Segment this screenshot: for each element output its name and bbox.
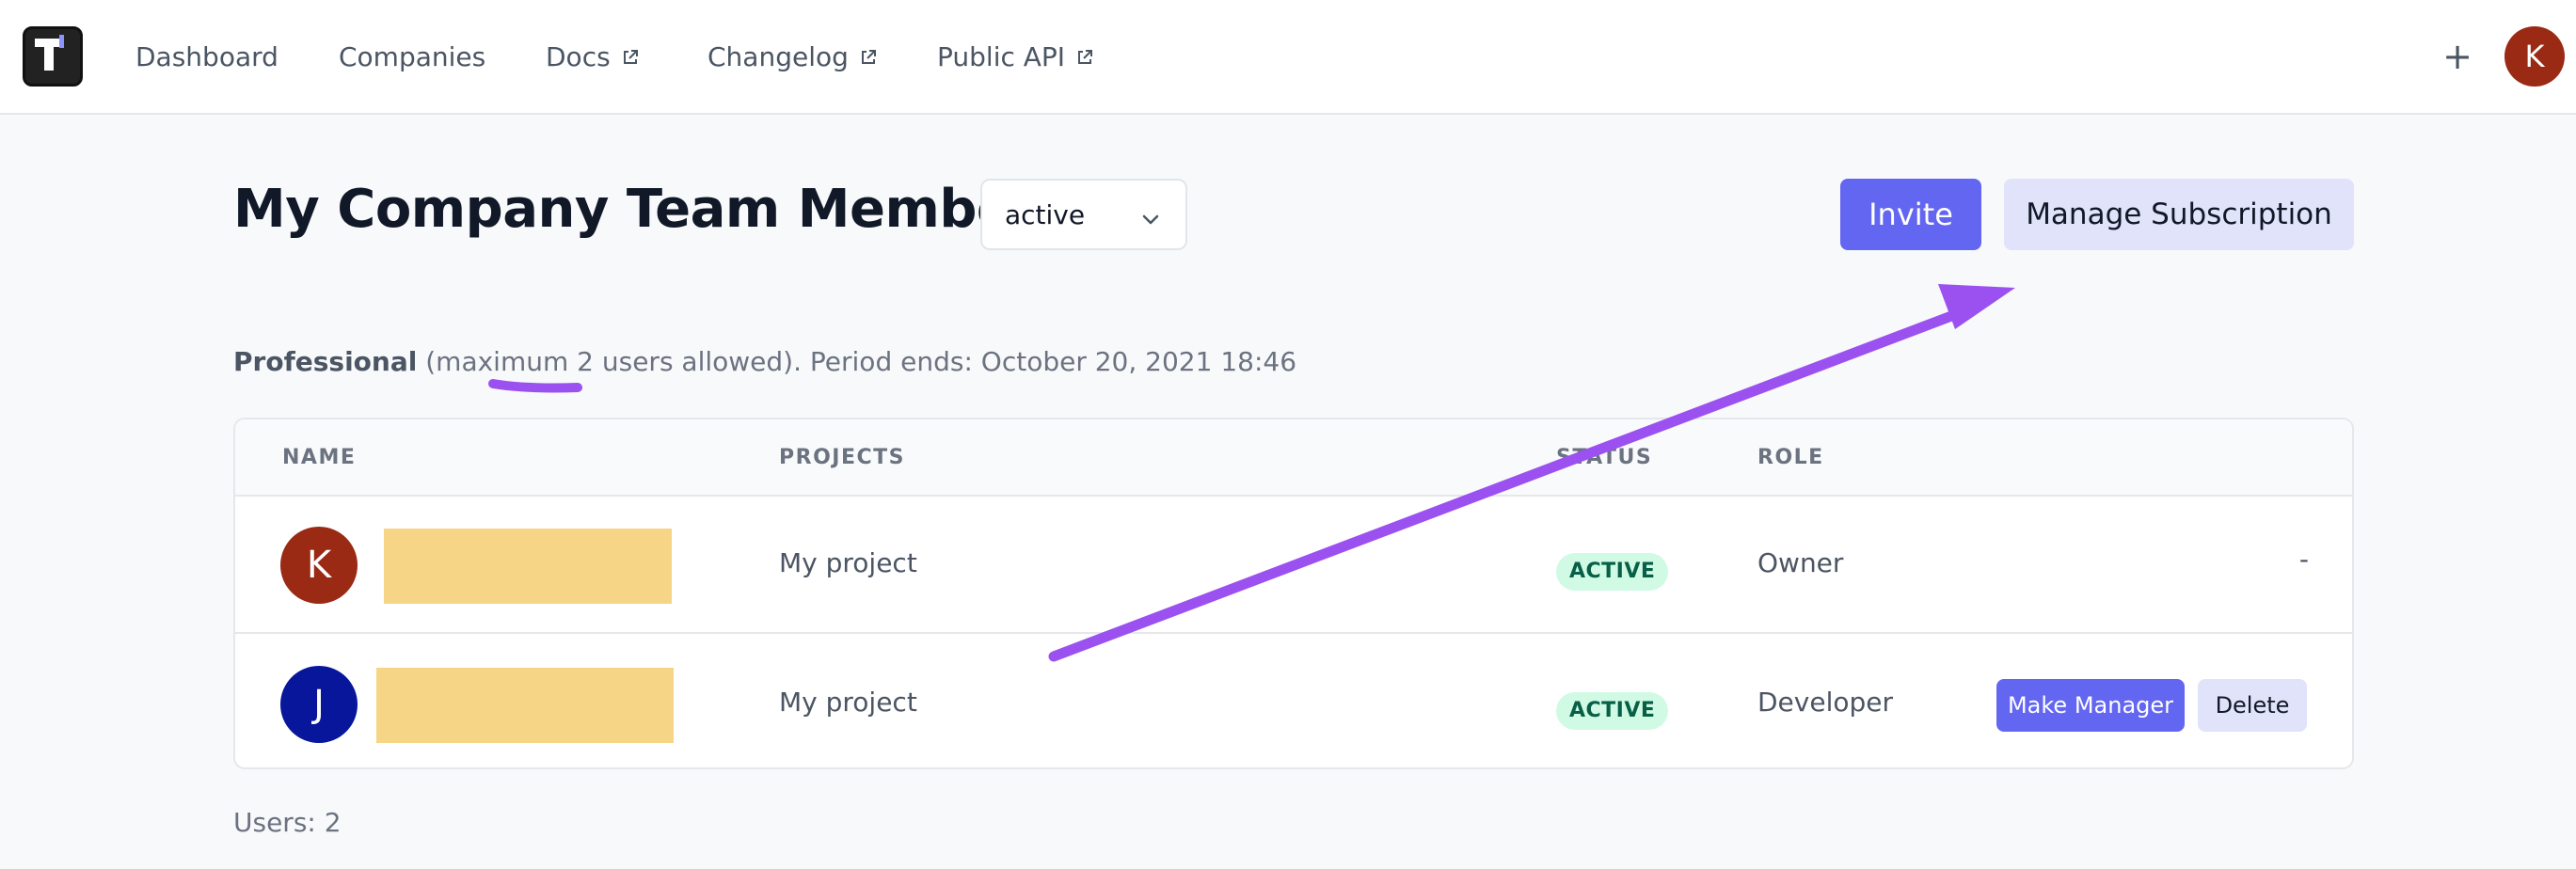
- user-avatar[interactable]: K: [2504, 26, 2565, 87]
- external-link-icon: [860, 41, 877, 72]
- column-header-role: ROLE: [1757, 446, 1824, 469]
- member-role: Developer: [1757, 687, 1894, 718]
- plus-icon[interactable]: +: [2439, 34, 2476, 79]
- column-header-projects: PROJECTS: [779, 446, 905, 469]
- annotation-arrow-head: [1938, 284, 2015, 329]
- nav-companies-label: Companies: [339, 40, 486, 72]
- make-manager-button[interactable]: Make Manager: [1996, 679, 2185, 732]
- plan-detail: (maximum 2 users allowed). Period ends: …: [425, 346, 1297, 377]
- nav-docs[interactable]: Docs: [546, 38, 639, 75]
- no-actions-placeholder: -: [2298, 544, 2309, 575]
- nav-dashboard-label: Dashboard: [135, 40, 278, 72]
- annotation-underline: [488, 379, 582, 393]
- column-header-status: STATUS: [1556, 446, 1653, 469]
- nav-changelog-label: Changelog: [708, 40, 849, 72]
- nav-changelog[interactable]: Changelog: [708, 38, 877, 75]
- external-link-icon: [622, 41, 639, 72]
- member-avatar: K: [280, 527, 358, 604]
- table-header: NAME PROJECTS STATUS ROLE: [235, 419, 2352, 497]
- invite-button[interactable]: Invite: [1840, 179, 1981, 250]
- plan-name: Professional: [233, 346, 418, 377]
- nav-docs-label: Docs: [546, 40, 611, 72]
- plan-info: Professional (maximum 2 users allowed). …: [233, 346, 1296, 377]
- status-filter-value: active: [1005, 198, 1086, 230]
- manage-subscription-button[interactable]: Manage Subscription: [2004, 179, 2354, 250]
- status-badge: ACTIVE: [1556, 692, 1669, 730]
- users-count: Users: 2: [233, 807, 342, 838]
- page-title: My Company Team Members: [233, 179, 1069, 240]
- status-filter-select[interactable]: active: [980, 179, 1187, 250]
- table-row: K My project ACTIVE Owner -: [235, 497, 2352, 634]
- redacted-member-name: [384, 529, 672, 604]
- member-avatar: J: [280, 666, 358, 743]
- table-row: J My project ACTIVE Developer Make Manag…: [235, 636, 2352, 767]
- redacted-member-name: [376, 668, 674, 743]
- team-members-table: NAME PROJECTS STATUS ROLE K My project A…: [233, 418, 2354, 769]
- app-logo-icon[interactable]: [23, 26, 83, 87]
- member-project: My project: [779, 687, 917, 718]
- column-header-name: NAME: [282, 446, 357, 469]
- member-project: My project: [779, 547, 917, 578]
- nav-public-api[interactable]: Public API: [937, 38, 1093, 75]
- nav-public-api-label: Public API: [937, 40, 1066, 72]
- member-role: Owner: [1757, 547, 1844, 578]
- external-link-icon: [1076, 41, 1093, 72]
- chevron-down-icon: [1140, 205, 1161, 236]
- nav-dashboard[interactable]: Dashboard: [135, 38, 278, 75]
- nav-companies[interactable]: Companies: [339, 38, 485, 75]
- delete-member-button[interactable]: Delete: [2198, 679, 2307, 732]
- top-navigation: Dashboard Companies Docs Changelog Publi…: [0, 0, 2576, 115]
- status-badge: ACTIVE: [1556, 553, 1669, 591]
